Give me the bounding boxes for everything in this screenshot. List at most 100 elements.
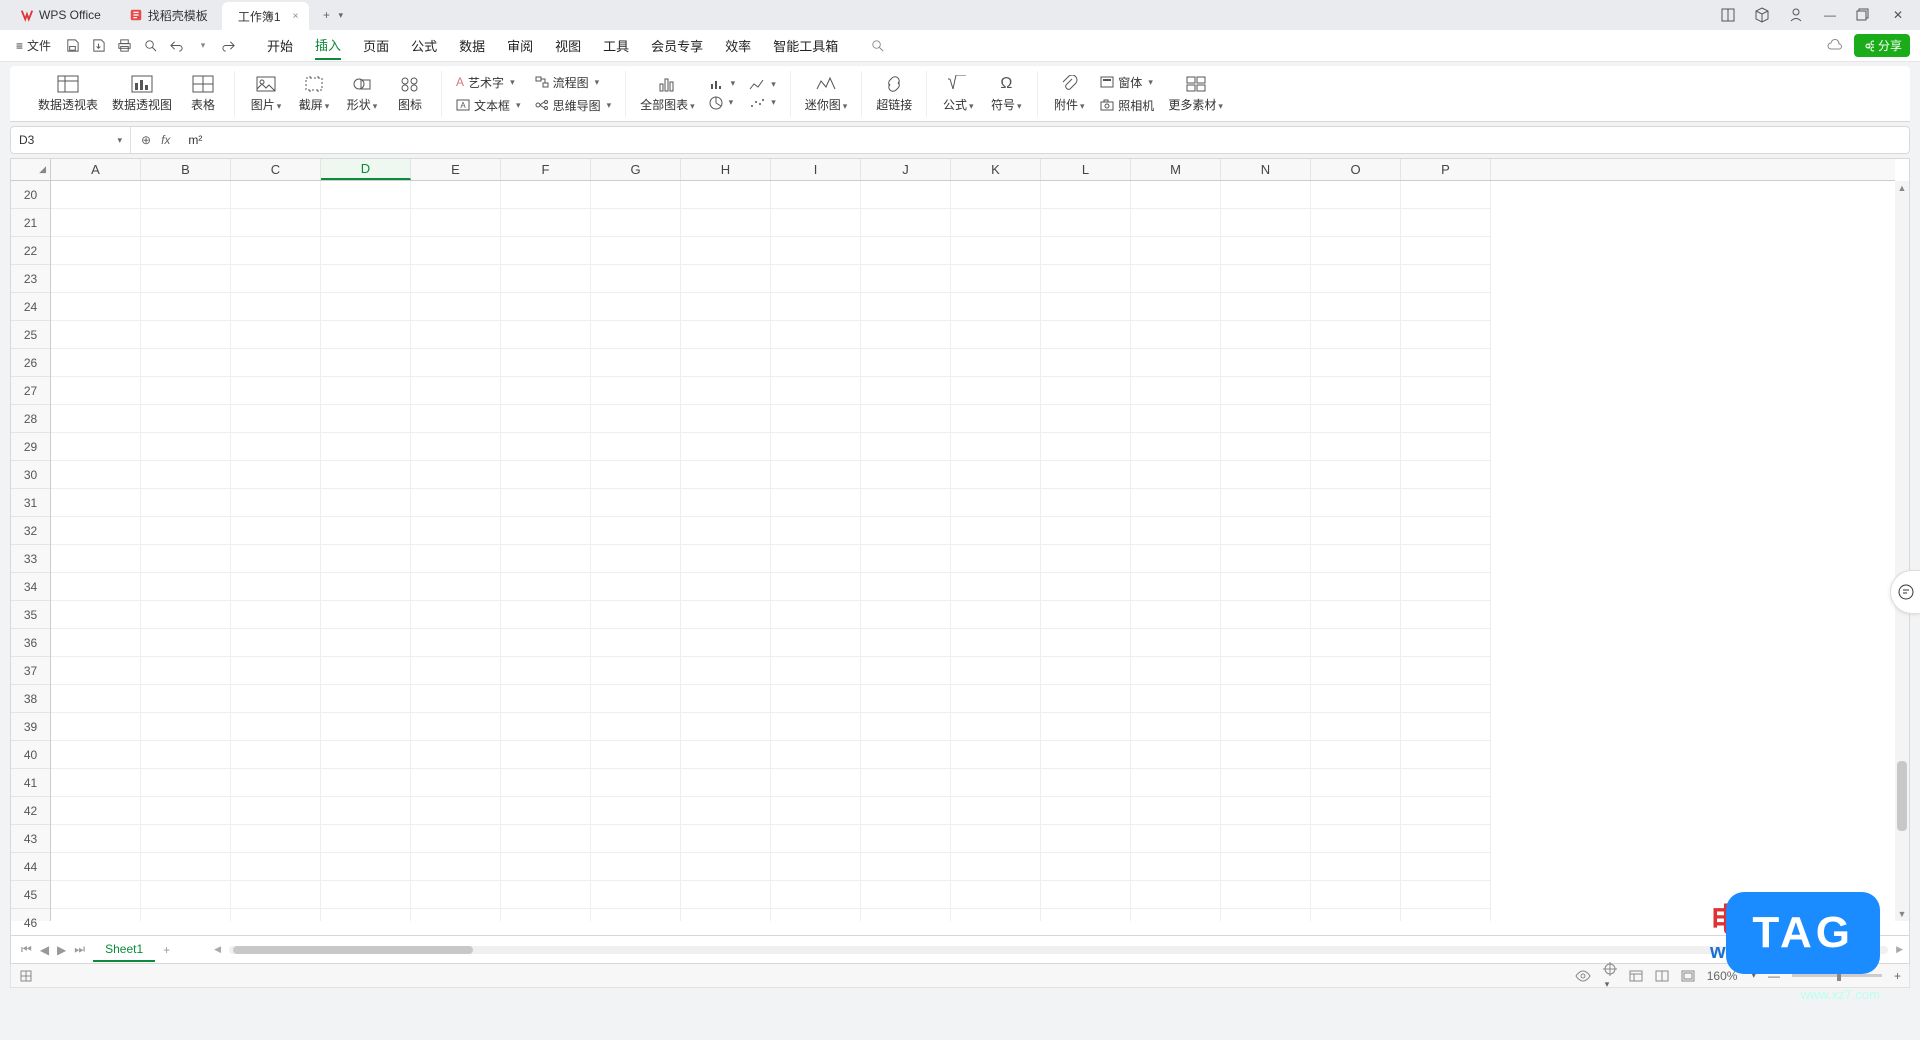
cell[interactable] (1131, 517, 1221, 545)
cloud-icon[interactable] (1826, 37, 1844, 55)
cell[interactable] (681, 741, 771, 769)
cell[interactable] (591, 629, 681, 657)
cell[interactable] (951, 685, 1041, 713)
sheet-nav-first[interactable]: ⏮ (17, 942, 36, 957)
cell[interactable] (951, 349, 1041, 377)
cell[interactable] (951, 657, 1041, 685)
cell[interactable] (51, 349, 141, 377)
cell[interactable] (951, 265, 1041, 293)
cell[interactable] (51, 573, 141, 601)
cell[interactable] (501, 377, 591, 405)
cell[interactable] (51, 181, 141, 209)
cell[interactable] (1311, 769, 1401, 797)
document-tab[interactable]: S 工作簿1 × (222, 2, 309, 30)
cell[interactable] (411, 797, 501, 825)
cell[interactable] (411, 601, 501, 629)
cell[interactable] (1311, 685, 1401, 713)
cell[interactable] (51, 741, 141, 769)
cell[interactable] (861, 713, 951, 741)
row-header[interactable]: 26 (11, 349, 50, 377)
cell[interactable] (1311, 181, 1401, 209)
cell[interactable] (771, 405, 861, 433)
cell[interactable] (1401, 293, 1491, 321)
cell[interactable] (501, 237, 591, 265)
cell[interactable] (321, 825, 411, 853)
cell[interactable] (1311, 629, 1401, 657)
row-header[interactable]: 42 (11, 797, 50, 825)
cell[interactable] (1041, 881, 1131, 909)
cell[interactable] (861, 657, 951, 685)
cell[interactable] (231, 237, 321, 265)
cell[interactable] (1311, 713, 1401, 741)
cell[interactable] (861, 685, 951, 713)
column-header[interactable]: N (1221, 159, 1311, 180)
cell[interactable] (1131, 713, 1221, 741)
cell[interactable] (231, 769, 321, 797)
expand-icon[interactable]: ⊕ (141, 133, 151, 147)
save-icon[interactable] (65, 38, 81, 53)
fx-label[interactable]: fx (161, 133, 170, 147)
cell[interactable] (1131, 769, 1221, 797)
cell[interactable] (1401, 461, 1491, 489)
cell[interactable] (861, 209, 951, 237)
cell[interactable] (411, 517, 501, 545)
cell[interactable] (591, 713, 681, 741)
sheet-nav-next[interactable]: ▶ (53, 943, 70, 957)
cell[interactable] (771, 685, 861, 713)
cell[interactable] (51, 265, 141, 293)
cell[interactable] (321, 881, 411, 909)
scroll-right-icon[interactable]: ▶ (1896, 944, 1903, 955)
cell[interactable] (411, 377, 501, 405)
cell[interactable] (321, 237, 411, 265)
row-header[interactable]: 39 (11, 713, 50, 741)
cell[interactable] (771, 713, 861, 741)
cell[interactable] (1311, 909, 1401, 921)
cell[interactable] (681, 489, 771, 517)
cell[interactable] (1041, 769, 1131, 797)
cell[interactable] (681, 517, 771, 545)
cell[interactable] (591, 433, 681, 461)
cell[interactable] (411, 489, 501, 517)
cell[interactable] (1401, 265, 1491, 293)
print-icon[interactable] (117, 38, 133, 53)
cell[interactable] (591, 573, 681, 601)
cell[interactable] (681, 713, 771, 741)
cell[interactable] (591, 769, 681, 797)
cell[interactable] (681, 545, 771, 573)
cell[interactable] (1401, 825, 1491, 853)
cell[interactable] (1221, 545, 1311, 573)
cell[interactable] (501, 909, 591, 921)
cell[interactable] (501, 349, 591, 377)
cell[interactable] (321, 349, 411, 377)
cell[interactable] (231, 573, 321, 601)
cell[interactable] (771, 657, 861, 685)
cell[interactable] (1221, 461, 1311, 489)
cell[interactable] (1041, 713, 1131, 741)
cell[interactable] (861, 741, 951, 769)
cell[interactable] (1401, 629, 1491, 657)
sheet-nav-prev[interactable]: ◀ (36, 943, 53, 957)
cell[interactable] (501, 601, 591, 629)
cell[interactable] (681, 209, 771, 237)
add-sheet-button[interactable]: + (159, 943, 174, 957)
file-menu[interactable]: ≡ 文件 (10, 35, 57, 56)
cell[interactable] (1401, 685, 1491, 713)
cell[interactable] (951, 545, 1041, 573)
cell[interactable] (1131, 405, 1221, 433)
cell[interactable] (411, 909, 501, 921)
vertical-scrollbar[interactable]: ▲ ▼ (1895, 181, 1909, 921)
cell[interactable] (771, 237, 861, 265)
column-header[interactable]: M (1131, 159, 1221, 180)
row-header[interactable]: 43 (11, 825, 50, 853)
cell[interactable] (951, 825, 1041, 853)
row-header[interactable]: 40 (11, 741, 50, 769)
cell[interactable] (1401, 909, 1491, 921)
cell[interactable] (861, 797, 951, 825)
cell[interactable] (411, 405, 501, 433)
tab-start[interactable]: 开始 (267, 32, 293, 59)
cell[interactable] (411, 685, 501, 713)
cell[interactable] (321, 265, 411, 293)
cell[interactable] (681, 377, 771, 405)
row-header[interactable]: 28 (11, 405, 50, 433)
cell[interactable] (231, 433, 321, 461)
